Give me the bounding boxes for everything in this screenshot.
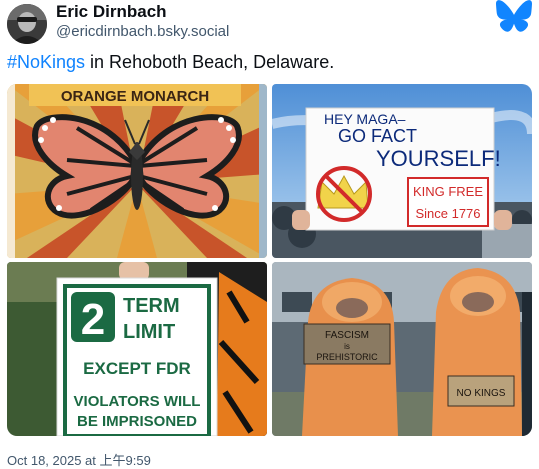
term-limit-line5: BE IMPRISONED [77, 413, 197, 430]
term-limit-line3: EXCEPT FDR [83, 359, 191, 378]
maga-sign-line2: GO FACT [338, 126, 417, 146]
term-limit-line1: TERM [123, 295, 180, 317]
dino-left-sign-line3: PREHISTORIC [316, 352, 378, 362]
image-grid: ORANGE MONARCH HEY MAGA– GO FACT YOURSEL… [7, 84, 532, 436]
hashtag-link[interactable]: #NoKings [7, 52, 85, 72]
term-limit-line2: LIMIT [123, 321, 175, 343]
dino-left-sign-line2: is [344, 342, 350, 351]
dino-left-sign-line1: FASCISM [325, 330, 369, 341]
term-limit-number: 2 [81, 295, 105, 344]
image-dinosaur-costumes[interactable]: FASCISM is PREHISTORIC NO KINGS [272, 262, 532, 436]
maga-sign-corner-line1: KING FREE [413, 184, 483, 199]
profile-photo-avatar-icon [7, 4, 47, 44]
dino-right-sign-text: NO KINGS [457, 388, 506, 399]
author-display-name[interactable]: Eric Dirnbach [56, 2, 167, 22]
maga-sign-line3: YOURSELF! [376, 146, 501, 171]
post-timestamp[interactable]: Oct 18, 2025 at 上午9:59 [7, 450, 151, 469]
post-body-text: in Rehoboth Beach, Delaware. [85, 52, 335, 72]
author-handle[interactable]: @ericdirnbach.bsky.social [56, 23, 229, 40]
term-limit-line4: VIOLATORS WILL [74, 393, 201, 410]
maga-sign-corner-line2: Since 1776 [415, 206, 480, 221]
bluesky-butterfly-icon[interactable] [496, 0, 532, 32]
monarch-sign-text: ORANGE MONARCH [61, 88, 209, 105]
image-maga-sign[interactable]: HEY MAGA– GO FACT YOURSELF! KING FREE Si… [272, 84, 532, 258]
avatar[interactable] [7, 4, 47, 44]
image-term-limit-sign[interactable]: 2 TERM LIMIT EXCEPT FDR VIOLATORS WILL B… [7, 262, 267, 436]
image-monarch-sign[interactable]: ORANGE MONARCH [7, 84, 267, 258]
post-text: #NoKings in Rehoboth Beach, Delaware. [7, 52, 334, 73]
maga-sign-line1: HEY MAGA– [324, 111, 406, 127]
